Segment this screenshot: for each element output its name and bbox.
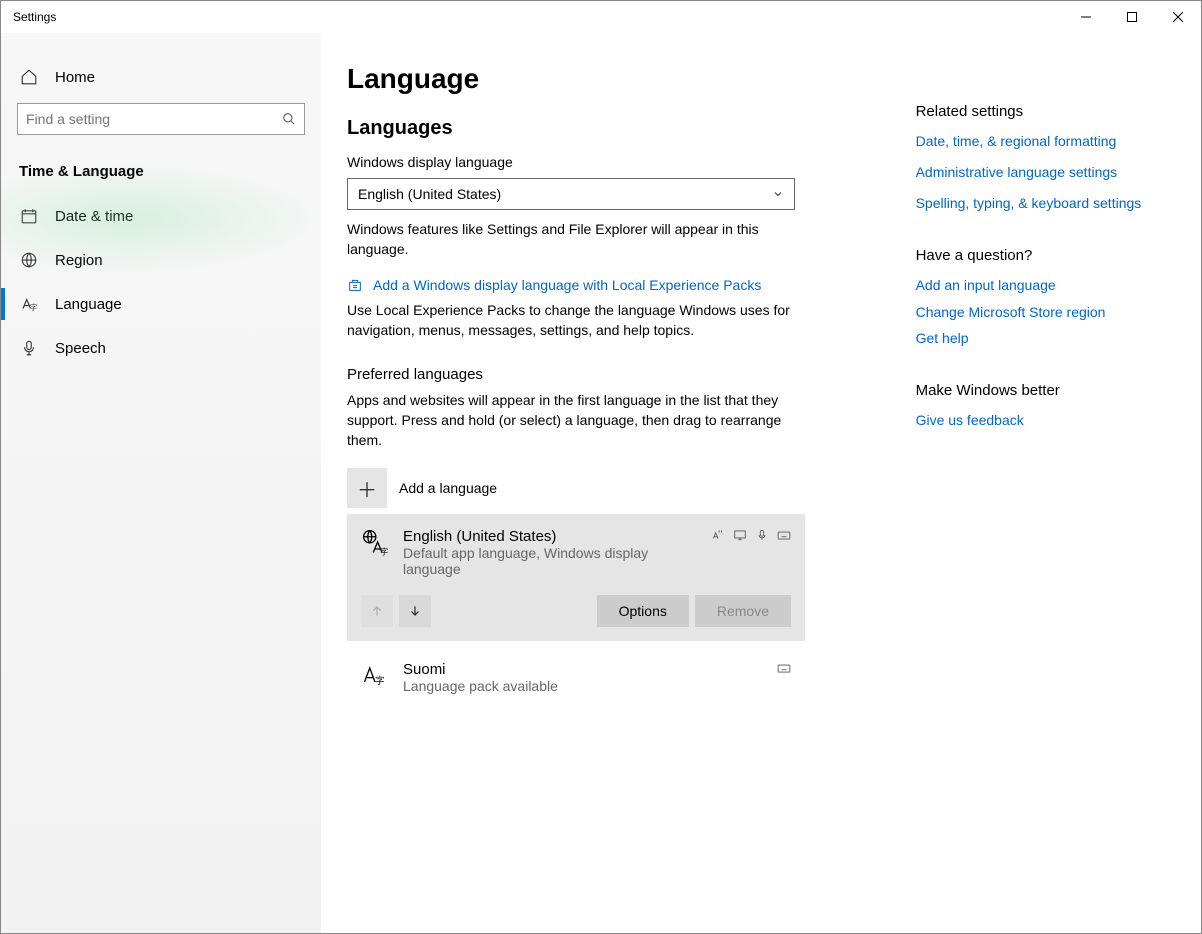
add-language-label: Add a language (399, 480, 497, 496)
better-head: Make Windows better (916, 382, 1161, 399)
language-name: English (United States) (403, 528, 697, 545)
text-to-speech-icon (711, 528, 725, 542)
display-language-label: Windows display language (347, 154, 876, 170)
store-icon (347, 277, 363, 293)
link-add-input-language[interactable]: Add an input language (916, 276, 1161, 295)
add-language-button[interactable]: ＋ Add a language (347, 468, 876, 508)
nav-label: Region (55, 252, 103, 269)
language-glyph-icon: 字 (361, 528, 389, 556)
link-change-store-region[interactable]: Change Microsoft Store region (916, 303, 1161, 322)
nav-label: Language (55, 296, 122, 313)
display-language-help: Windows features like Settings and File … (347, 220, 795, 259)
search-icon (282, 112, 296, 126)
language-card-suomi[interactable]: 字 Suomi Language pack available (347, 647, 805, 708)
home-icon (19, 67, 39, 87)
globe-icon (19, 250, 39, 270)
chevron-down-icon (772, 188, 784, 200)
svg-text:字: 字 (380, 546, 388, 556)
store-link[interactable]: Add a Windows display language with Loca… (373, 277, 761, 293)
plus-icon: ＋ (347, 468, 387, 508)
display-language-value: English (United States) (358, 186, 501, 202)
close-button[interactable] (1155, 1, 1201, 33)
language-card-english[interactable]: 字 English (United States) Default app la… (347, 514, 805, 641)
maximize-button[interactable] (1109, 1, 1155, 33)
nav-language[interactable]: 字 Language (1, 282, 321, 326)
language-name: Suomi (403, 661, 763, 678)
home-nav[interactable]: Home (1, 57, 321, 97)
language-capabilities (711, 528, 791, 542)
language-desc: Language pack available (403, 678, 763, 694)
nav-label: Speech (55, 340, 106, 357)
move-down-button[interactable] (399, 595, 431, 627)
move-up-button (361, 595, 393, 627)
minimize-icon (1081, 12, 1091, 22)
link-admin-language[interactable]: Administrative language settings (916, 163, 1161, 182)
remove-button: Remove (695, 595, 791, 627)
arrow-down-icon (408, 604, 422, 618)
calendar-clock-icon (19, 206, 39, 226)
close-icon (1173, 12, 1183, 22)
preferred-help: Apps and websites will appear in the fir… (347, 391, 795, 450)
related-settings-head: Related settings (916, 103, 1161, 120)
maximize-icon (1127, 12, 1137, 22)
keyboard-icon (777, 528, 791, 542)
languages-heading: Languages (347, 117, 876, 140)
search-input[interactable] (26, 111, 282, 127)
nav-date-time[interactable]: Date & time (1, 194, 321, 238)
preferred-heading: Preferred languages (347, 366, 876, 383)
titlebar: Settings (1, 1, 1201, 33)
display-icon (733, 528, 747, 542)
window-title: Settings (13, 10, 56, 24)
section-label: Time & Language (1, 153, 321, 194)
store-help: Use Local Experience Packs to change the… (347, 301, 795, 340)
home-label: Home (55, 69, 95, 86)
sidebar: Home Time & Language Date & time Region … (1, 33, 321, 933)
link-get-help[interactable]: Get help (916, 329, 1161, 348)
link-feedback[interactable]: Give us feedback (916, 411, 1161, 430)
microphone-icon (19, 338, 39, 358)
svg-text:字: 字 (375, 675, 385, 687)
link-spelling-keyboard[interactable]: Spelling, typing, & keyboard settings (916, 194, 1161, 213)
link-date-regional[interactable]: Date, time, & regional formatting (916, 132, 1161, 151)
language-icon: 字 (19, 294, 39, 314)
page-title: Language (347, 63, 876, 95)
svg-text:字: 字 (30, 302, 38, 312)
nav-speech[interactable]: Speech (1, 326, 321, 370)
language-glyph-icon: 字 (361, 661, 389, 689)
keyboard-icon (777, 661, 791, 675)
search-box[interactable] (17, 103, 305, 135)
arrow-up-icon (370, 604, 384, 618)
minimize-button[interactable] (1063, 1, 1109, 33)
options-button[interactable]: Options (597, 595, 689, 627)
question-head: Have a question? (916, 247, 1161, 264)
nav-region[interactable]: Region (1, 238, 321, 282)
language-desc: Default app language, Windows display la… (403, 545, 697, 577)
nav-label: Date & time (55, 208, 133, 225)
language-capabilities (777, 661, 791, 675)
speech-icon (755, 528, 769, 542)
display-language-dropdown[interactable]: English (United States) (347, 178, 795, 210)
